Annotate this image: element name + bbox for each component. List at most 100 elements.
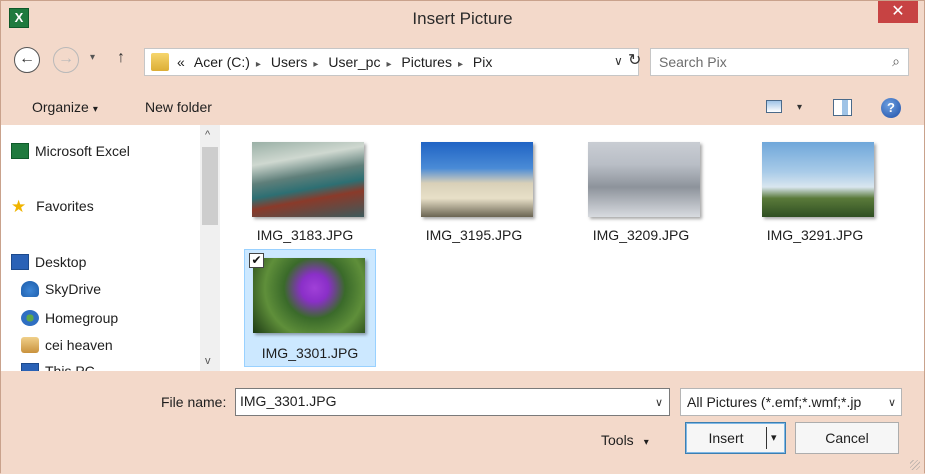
dialog-footer: File name: ∨ All Pictures (*.emf;*.wmf;*… <box>1 371 924 474</box>
file-name-label: IMG_3209.JPG <box>592 227 690 243</box>
nav-item-this-pc[interactable]: This PC <box>21 363 95 371</box>
skydrive-icon <box>21 281 39 297</box>
file-type-value: All Pictures (*.emf;*.wmf;*.jp <box>687 394 862 410</box>
up-arrow-icon: ↑ <box>117 49 125 66</box>
navigation-pane: Microsoft Excel ★ Favorites Desktop SkyD… <box>1 125 222 371</box>
back-arrow-icon: ← <box>19 50 35 67</box>
navigation-pane-scrollbar[interactable]: ^ v <box>200 125 220 371</box>
desktop-icon <box>11 254 29 270</box>
breadcrumb-overflow-button[interactable]: « <box>177 54 185 70</box>
search-input[interactable] <box>659 54 879 70</box>
file-name-combobox[interactable]: ∨ <box>235 388 670 416</box>
nav-item-label: Desktop <box>35 254 87 270</box>
chevron-right-icon[interactable]: ▸ <box>313 59 318 70</box>
chevron-down-icon[interactable]: ∨ <box>655 396 663 409</box>
file-name-label: File name: <box>161 394 227 410</box>
nav-item-microsoft-excel[interactable]: Microsoft Excel <box>11 143 130 165</box>
chevron-down-icon: ▾ <box>92 104 98 115</box>
search-box[interactable]: ⌕ <box>650 48 909 76</box>
nav-item-skydrive[interactable]: SkyDrive <box>21 281 101 303</box>
image-thumbnail <box>253 258 365 333</box>
file-name-input[interactable] <box>240 393 630 409</box>
breadcrumb-item-drive[interactable]: Acer (C:) <box>194 54 250 70</box>
change-view-icon[interactable] <box>766 100 782 113</box>
star-icon: ★ <box>11 197 27 216</box>
file-tile-img-3209[interactable]: IMG_3209.JPG <box>575 127 707 247</box>
file-name-label: IMG_3291.JPG <box>766 227 864 243</box>
resize-grip[interactable] <box>910 460 920 470</box>
file-tile-img-3183[interactable]: IMG_3183.JPG <box>239 127 371 247</box>
back-button[interactable]: ← <box>14 47 40 73</box>
breadcrumb-item-pictures[interactable]: Pictures <box>401 54 452 70</box>
file-tile-img-3301[interactable]: ✔ IMG_3301.JPG <box>244 249 376 367</box>
nav-item-label: Homegroup <box>45 310 119 326</box>
nav-item-label: Favorites <box>36 198 94 214</box>
chevron-down-icon: ∨ <box>887 397 896 409</box>
title-bar: X Insert Picture ✕ <box>1 1 924 35</box>
chevron-down-icon: ▾ <box>643 437 649 448</box>
nav-item-desktop[interactable]: Desktop <box>11 254 86 276</box>
cancel-button[interactable]: Cancel <box>795 422 899 454</box>
insert-label[interactable]: Insert <box>686 423 766 453</box>
breadcrumb: « Acer (C:) ▸ Users ▸ User_pc ▸ Pictures ▸ P… <box>177 54 498 70</box>
nav-item-homegroup[interactable]: Homegroup <box>21 310 118 332</box>
search-icon[interactable]: ⌕ <box>892 53 900 70</box>
image-thumbnail <box>588 142 700 217</box>
nav-item-label: SkyDrive <box>45 281 102 297</box>
breadcrumb-item-users[interactable]: Users <box>271 54 308 70</box>
nav-item-cei-heaven[interactable]: cei heaven <box>21 337 113 359</box>
tools-label: Tools <box>601 432 634 448</box>
view-options-button[interactable]: ▾ <box>797 102 802 113</box>
insert-button[interactable]: Insert ▾ <box>685 422 786 454</box>
preview-pane-icon[interactable] <box>833 99 852 116</box>
computer-icon <box>21 363 39 371</box>
command-bar: Organize ▾ New folder ▾ ? <box>1 89 924 125</box>
help-icon[interactable]: ? <box>881 98 901 118</box>
scroll-up-icon[interactable]: ^ <box>205 129 210 141</box>
image-thumbnail <box>252 142 364 217</box>
image-thumbnail <box>762 142 874 217</box>
image-thumbnail <box>421 142 533 217</box>
file-name-label: IMG_3301.JPG <box>261 345 359 361</box>
address-dropdown-button[interactable]: ∨ <box>614 54 623 68</box>
scroll-down-icon[interactable]: v <box>205 355 211 367</box>
breadcrumb-item-pix[interactable]: Pix <box>473 54 492 70</box>
organize-button[interactable]: Organize ▾ <box>32 99 98 115</box>
insert-options-dropdown[interactable]: ▾ <box>771 423 777 453</box>
excel-icon <box>11 143 29 159</box>
insert-picture-dialog: X Insert Picture ✕ ← → ▾ ↑ « Acer (C:) ▸ … <box>0 0 925 474</box>
chevron-right-icon[interactable]: ▸ <box>256 59 261 70</box>
address-bar[interactable]: « Acer (C:) ▸ Users ▸ User_pc ▸ Pictures ▸ P… <box>144 48 639 76</box>
forward-button[interactable]: → <box>53 47 79 73</box>
navigation-bar: ← → ▾ ↑ « Acer (C:) ▸ Users ▸ User_pc ▸ Pic… <box>1 35 924 89</box>
nav-item-favorites[interactable]: ★ Favorites <box>11 197 94 219</box>
folder-icon <box>151 53 169 71</box>
nav-item-label: cei heaven <box>45 337 113 353</box>
file-type-select[interactable]: All Pictures (*.emf;*.wmf;*.jp ∨ <box>680 388 902 416</box>
selection-checkbox[interactable]: ✔ <box>249 253 264 268</box>
up-button[interactable]: ↑ <box>117 49 125 67</box>
forward-arrow-icon: → <box>58 50 74 67</box>
breadcrumb-item-user-pc[interactable]: User_pc <box>328 54 380 70</box>
organize-label: Organize <box>32 99 89 115</box>
nav-item-label: This PC <box>45 363 95 371</box>
file-tile-img-3291[interactable]: IMG_3291.JPG <box>749 127 881 247</box>
close-button[interactable]: ✕ <box>878 1 918 23</box>
file-tile-img-3195[interactable]: IMG_3195.JPG <box>408 127 540 247</box>
dialog-title: Insert Picture <box>412 9 513 28</box>
scrollbar-thumb[interactable] <box>202 147 218 225</box>
new-folder-button[interactable]: New folder <box>145 99 212 115</box>
chevron-right-icon[interactable]: ▸ <box>386 59 391 70</box>
recent-locations-button[interactable]: ▾ <box>90 52 95 63</box>
chevron-right-icon[interactable]: ▸ <box>458 59 463 70</box>
tools-button[interactable]: Tools ▾ <box>601 432 649 448</box>
close-icon: ✕ <box>891 3 905 20</box>
split-divider <box>766 427 767 449</box>
file-list: IMG_3183.JPG IMG_3195.JPG IMG_3209.JPG I… <box>222 125 924 371</box>
user-folder-icon <box>21 337 39 353</box>
file-name-label: IMG_3183.JPG <box>256 227 354 243</box>
refresh-icon[interactable]: ↻ <box>628 50 641 70</box>
homegroup-icon <box>21 310 39 326</box>
nav-item-label: Microsoft Excel <box>35 143 130 159</box>
file-name-label: IMG_3195.JPG <box>425 227 523 243</box>
